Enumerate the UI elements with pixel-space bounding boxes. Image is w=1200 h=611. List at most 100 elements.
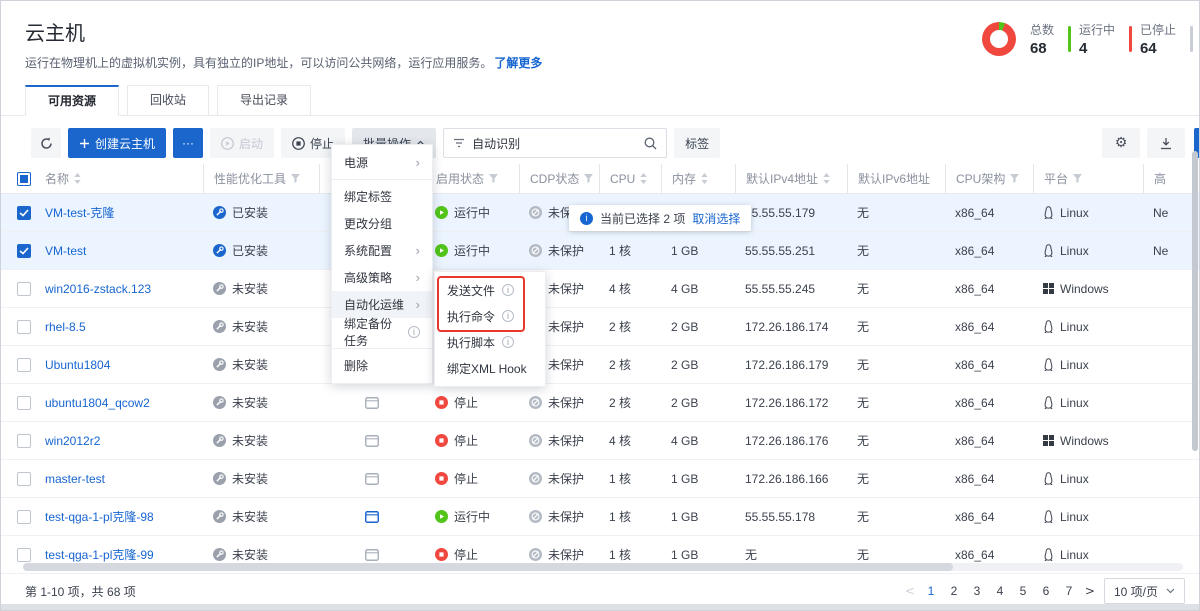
page-number-6[interactable]: 6 [1039,584,1053,598]
vm-name-link[interactable]: win2012r2 [45,434,100,448]
vm-name-link[interactable]: rhel-8.5 [45,320,86,334]
column-header-内存[interactable]: 内存 [661,164,735,193]
vm-name-link[interactable]: master-test [45,472,105,486]
tool-status-text: 未安装 [232,470,268,487]
row-checkbox[interactable] [17,548,31,562]
cdp-unprotected-icon [529,244,542,257]
tool-status-text: 已安装 [232,204,268,221]
console-icon[interactable] [365,397,379,409]
row-checkbox[interactable] [17,320,31,334]
column-header-CPU[interactable]: CPU [599,164,661,193]
search-input[interactable]: 自动识别 [443,128,667,158]
next-page-arrow[interactable]: > [1085,584,1095,598]
vm-name-link[interactable]: win2016-zstack.123 [45,282,151,296]
row-checkbox[interactable] [17,472,31,486]
ipv4-cell-value: 55.55.55.178 [745,510,815,524]
vm-name-link[interactable]: test-qga-1-pl克隆-98 [45,508,154,525]
menu-item-更改分组[interactable]: 更改分组 [332,210,432,237]
filter-icon[interactable] [489,174,498,183]
vm-name-link[interactable]: test-qga-1-pl克隆-99 [45,546,154,563]
cpu-cell: 2 核 [599,346,661,383]
page-number-3[interactable]: 3 [970,584,984,598]
filter-icon[interactable] [291,174,300,183]
vertical-scrollbar-thumb[interactable] [1192,151,1198,451]
select-all-checkbox[interactable] [17,172,31,186]
settings-button[interactable]: ⚙ [1102,128,1140,158]
learn-more-link[interactable]: 了解更多 [494,56,542,70]
tab-可用资源[interactable]: 可用资源 [25,85,119,116]
column-header-CPU架构[interactable]: CPU架构 [945,164,1033,193]
submenu-item-执行命令[interactable]: 执行命令i [435,303,545,329]
tool-status-text: 已安装 [232,242,268,259]
sort-icon[interactable] [640,173,647,184]
sort-icon[interactable] [74,173,81,184]
horizontal-scrollbar[interactable] [23,563,1183,571]
horizontal-scrollbar-thumb[interactable] [23,563,953,571]
row-checkbox[interactable] [17,358,31,372]
vm-name-link[interactable]: ubuntu1804_qcow2 [45,396,150,410]
platform-cell: Windows [1033,422,1143,459]
tag-button[interactable]: 标签 [674,128,720,158]
row-checkbox[interactable] [17,244,31,258]
more-actions-button[interactable]: ··· [173,128,203,158]
menu-item-电源[interactable]: 电源› [332,149,432,176]
filter-icon[interactable] [584,174,593,183]
prev-page-arrow[interactable]: < [905,584,915,598]
menu-item-系统配置[interactable]: 系统配置› [332,237,432,264]
platform-cell: Linux [1033,346,1143,383]
row-checkbox[interactable] [17,396,31,410]
ipv6-cell: 无 [847,498,945,535]
agent-tool-cell: 未安装 [203,460,319,497]
tab-导出记录[interactable]: 导出记录 [217,85,311,116]
column-header-默认IPv4地址[interactable]: 默认IPv4地址 [735,164,847,193]
cancel-selection-link[interactable]: 取消选择 [692,210,740,227]
submenu-item-绑定XML Hook[interactable]: 绑定XML Hook [435,355,545,381]
page-number-1[interactable]: 1 [924,584,938,598]
column-header-CDP状态[interactable]: CDP状态 [519,164,599,193]
cpu-arch-cell-value: x86_64 [955,510,994,524]
console-icon[interactable] [365,549,379,561]
row-checkbox[interactable] [17,206,31,220]
tab-回收站[interactable]: 回收站 [127,85,209,116]
page-number-4[interactable]: 4 [993,584,1007,598]
export-button[interactable] [1147,128,1185,158]
submenu-item-执行脚本[interactable]: 执行脚本i [435,329,545,355]
menu-item-高级策略[interactable]: 高级策略› [332,264,432,291]
console-icon[interactable] [365,511,379,523]
menu-item-绑定标签[interactable]: 绑定标签 [332,183,432,210]
sort-icon[interactable] [701,173,708,184]
menu-item-绑定备份任务[interactable]: 绑定备份任务i [332,318,432,345]
vm-name-link[interactable]: VM-test [45,244,86,258]
row-checkbox[interactable] [17,282,31,296]
cpu-cell: 1 核 [599,498,661,535]
status-icon-running [435,244,448,257]
start-button[interactable]: 启动 [210,128,274,158]
ipv4-cell: 55.55.55.245 [735,270,847,307]
filter-icon[interactable] [1073,174,1082,183]
refresh-button[interactable] [31,128,61,158]
row-checkbox[interactable] [17,510,31,524]
search-icon[interactable] [644,137,657,150]
tag-label: 标签 [685,135,709,152]
page-size-select[interactable]: 10 项/页 [1104,578,1185,604]
create-vm-button[interactable]: 创建云主机 [68,128,166,158]
vm-name-link[interactable]: VM-test-克隆 [45,204,114,221]
console-icon[interactable] [365,435,379,447]
menu-item-删除[interactable]: 删除 [332,352,432,379]
row-checkbox[interactable] [17,434,31,448]
stat-item-0: 总数68 [1030,21,1054,57]
sort-icon[interactable] [823,173,830,184]
cpu-arch-cell-value: x86_64 [955,472,994,486]
column-header-性能优化工具[interactable]: 性能优化工具 [203,164,319,193]
page-number-5[interactable]: 5 [1016,584,1030,598]
column-header-名称[interactable]: 名称 [35,164,203,193]
console-icon[interactable] [365,473,379,485]
vm-name-link[interactable]: Ubuntu1804 [45,358,110,372]
page-number-7[interactable]: 7 [1062,584,1076,598]
column-header-启用状态[interactable]: 启用状态 [425,164,519,193]
column-header-平台[interactable]: 平台 [1033,164,1143,193]
console-cell [319,460,425,497]
submenu-item-发送文件[interactable]: 发送文件i [435,277,545,303]
filter-icon[interactable] [1010,174,1019,183]
page-number-2[interactable]: 2 [947,584,961,598]
